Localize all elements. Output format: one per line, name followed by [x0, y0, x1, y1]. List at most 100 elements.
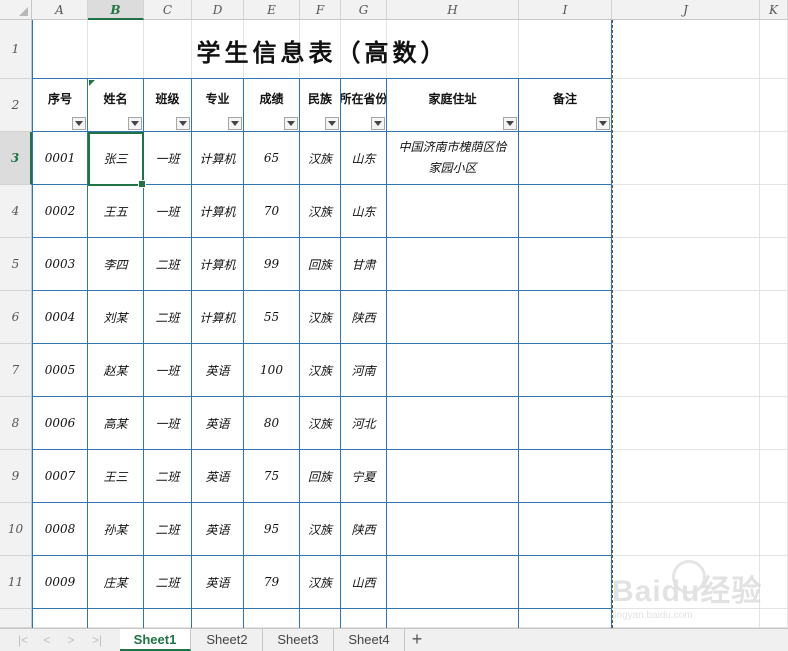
header-major[interactable]: 专业 — [192, 80, 243, 116]
row-header-1[interactable]: 1 — [0, 20, 32, 79]
cell-score[interactable]: 99 — [244, 238, 299, 290]
cell-major[interactable]: 英语 — [192, 450, 243, 502]
cell-province[interactable]: 河北 — [341, 397, 386, 449]
cell-class[interactable]: 二班 — [144, 291, 191, 343]
cell-name[interactable]: 刘某 — [88, 291, 143, 343]
cell-address[interactable] — [387, 238, 518, 290]
cell-index[interactable]: 0003 — [33, 238, 87, 290]
cell-class[interactable]: 一班 — [144, 185, 191, 237]
row-header-6[interactable]: 6 — [0, 291, 32, 344]
cell-class[interactable]: 二班 — [144, 450, 191, 502]
header-score[interactable]: 成绩 — [244, 80, 299, 116]
cell-class[interactable]: 一班 — [144, 132, 191, 184]
cell-major[interactable]: 计算机 — [192, 291, 243, 343]
cell-notes[interactable] — [519, 556, 611, 608]
cell-address[interactable] — [387, 185, 518, 237]
cell-index[interactable]: 0007 — [33, 450, 87, 502]
column-header-j[interactable]: J — [612, 0, 760, 20]
cell-province[interactable]: 山东 — [341, 185, 386, 237]
filter-dropdown-icon[interactable] — [128, 117, 142, 130]
row-header-2[interactable]: 2 — [0, 79, 32, 132]
cell-notes[interactable] — [519, 185, 611, 237]
column-header-e[interactable]: E — [244, 0, 300, 20]
cell-address[interactable] — [387, 503, 518, 555]
filter-dropdown-icon[interactable] — [503, 117, 517, 130]
row-header-3[interactable]: 3 — [0, 132, 32, 185]
cell-name[interactable]: 庄某 — [88, 556, 143, 608]
header-index[interactable]: 序号 — [33, 80, 87, 116]
select-all-corner[interactable] — [0, 0, 32, 20]
cell-name[interactable]: 王三 — [88, 450, 143, 502]
cell-province[interactable]: 陕西 — [341, 503, 386, 555]
cell-score[interactable]: 75 — [244, 450, 299, 502]
filter-dropdown-icon[interactable] — [325, 117, 339, 130]
cell-major[interactable]: 英语 — [192, 344, 243, 396]
cell-class[interactable]: 二班 — [144, 238, 191, 290]
cell-index[interactable]: 0009 — [33, 556, 87, 608]
sheet-tab-sheet4[interactable]: Sheet4 — [334, 629, 405, 651]
cell-name[interactable]: 王五 — [88, 185, 143, 237]
column-header-d[interactable]: D — [192, 0, 244, 20]
sheet-nav-arrow-icon[interactable]: >| — [90, 633, 104, 647]
cell-major[interactable]: 计算机 — [192, 238, 243, 290]
cell-name[interactable]: 孙某 — [88, 503, 143, 555]
cell-ethnicity[interactable]: 回族 — [300, 238, 340, 290]
cell-notes[interactable] — [519, 291, 611, 343]
sheet-tab-sheet1[interactable]: Sheet1 — [120, 629, 191, 651]
cell-province[interactable]: 宁夏 — [341, 450, 386, 502]
worksheet-area[interactable]: ABCDEFGHIJK 1 2 3 4 5 6 7 8 9 10 11 学生信息表（高数） 序号 姓名… — [0, 0, 788, 628]
cell-score[interactable]: 79 — [244, 556, 299, 608]
cell-notes[interactable] — [519, 397, 611, 449]
row-header-partial[interactable] — [0, 609, 32, 628]
cell-index[interactable]: 0005 — [33, 344, 87, 396]
filter-dropdown-icon[interactable] — [284, 117, 298, 130]
row-header-7[interactable]: 7 — [0, 344, 32, 397]
cell-address[interactable] — [387, 344, 518, 396]
cell-province[interactable]: 山东 — [341, 132, 386, 184]
header-name[interactable]: 姓名 — [88, 80, 143, 116]
row-header-9[interactable]: 9 — [0, 450, 32, 503]
cell-score[interactable]: 70 — [244, 185, 299, 237]
column-header-a[interactable]: A — [32, 0, 88, 20]
cell-ethnicity[interactable]: 回族 — [300, 450, 340, 502]
column-header-k[interactable]: K — [760, 0, 788, 20]
cell-address[interactable] — [387, 291, 518, 343]
filter-dropdown-icon[interactable] — [228, 117, 242, 130]
column-header-i[interactable]: I — [519, 0, 612, 20]
cell-score[interactable]: 95 — [244, 503, 299, 555]
header-address[interactable]: 家庭住址 — [387, 80, 518, 116]
sheet-nav-arrow-icon[interactable]: < — [40, 633, 54, 647]
filter-dropdown-icon[interactable] — [176, 117, 190, 130]
header-class[interactable]: 班级 — [144, 80, 191, 116]
cell-notes[interactable] — [519, 344, 611, 396]
cell-major[interactable]: 计算机 — [192, 132, 243, 184]
cell-ethnicity[interactable]: 汉族 — [300, 503, 340, 555]
cell-ethnicity[interactable]: 汉族 — [300, 556, 340, 608]
sheet-tab-sheet3[interactable]: Sheet3 — [263, 629, 334, 651]
filter-dropdown-icon[interactable] — [596, 117, 610, 130]
cell-class[interactable]: 一班 — [144, 344, 191, 396]
sheet-title[interactable]: 学生信息表（高数） — [33, 21, 612, 79]
cell-province[interactable]: 山西 — [341, 556, 386, 608]
cell-ethnicity[interactable]: 汉族 — [300, 291, 340, 343]
cell-address[interactable]: 中国济南市槐荫区恰家园小区 — [387, 132, 518, 184]
cell-score[interactable]: 65 — [244, 132, 299, 184]
cell-score[interactable]: 100 — [244, 344, 299, 396]
column-header-b[interactable]: B — [88, 0, 144, 20]
cell-index[interactable]: 0001 — [33, 132, 87, 184]
cell-class[interactable]: 一班 — [144, 397, 191, 449]
cell-name[interactable]: 高某 — [88, 397, 143, 449]
header-ethnicity[interactable]: 民族 — [300, 80, 340, 116]
sheet-nav-arrow-icon[interactable]: > — [64, 633, 78, 647]
cell-notes[interactable] — [519, 238, 611, 290]
cell-major[interactable]: 计算机 — [192, 185, 243, 237]
column-header-g[interactable]: G — [341, 0, 387, 20]
cell-index[interactable]: 0004 — [33, 291, 87, 343]
cell-score[interactable]: 55 — [244, 291, 299, 343]
cell-score[interactable]: 80 — [244, 397, 299, 449]
row-header-5[interactable]: 5 — [0, 238, 32, 291]
cell-major[interactable]: 英语 — [192, 556, 243, 608]
cell-index[interactable]: 0008 — [33, 503, 87, 555]
row-header-11[interactable]: 11 — [0, 556, 32, 609]
cell-name[interactable]: 李四 — [88, 238, 143, 290]
